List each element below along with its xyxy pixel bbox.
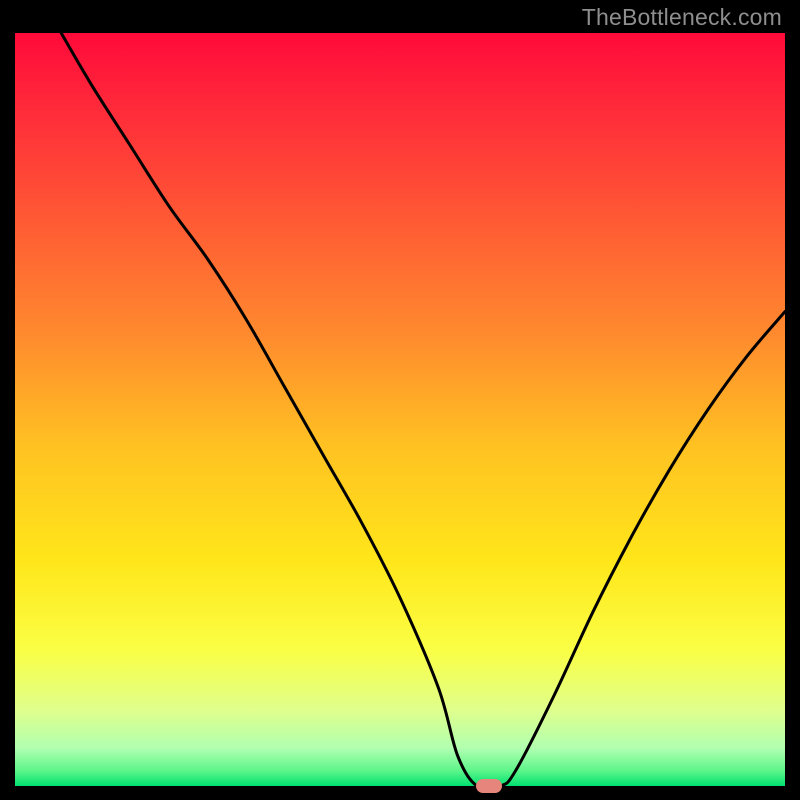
optimal-marker bbox=[476, 779, 502, 793]
chart-frame bbox=[15, 33, 785, 786]
bottleneck-chart bbox=[15, 33, 785, 786]
watermark-text: TheBottleneck.com bbox=[582, 4, 782, 31]
